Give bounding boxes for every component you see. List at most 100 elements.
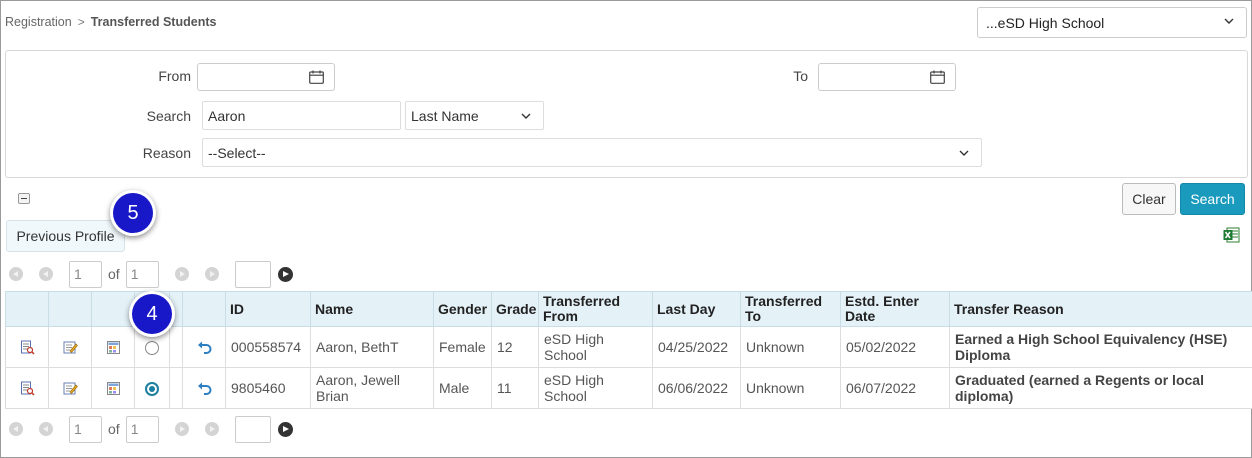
spacer-cell	[169, 367, 183, 409]
select-radio[interactable]	[145, 341, 159, 356]
student-gender: Male	[433, 367, 492, 409]
undo-cell	[182, 326, 226, 368]
next-page-icon[interactable]	[174, 267, 189, 281]
grid-icon[interactable]	[106, 381, 121, 396]
pager-of-label: of	[108, 421, 120, 437]
enter-date: 05/02/2022	[840, 326, 950, 368]
excel-export-icon[interactable]	[1223, 227, 1240, 243]
edit-icon[interactable]	[63, 340, 78, 355]
first-page-icon[interactable]	[9, 267, 23, 281]
go-page-icon[interactable]	[277, 266, 293, 282]
to-date-input[interactable]	[818, 63, 956, 91]
table-row: 000558574 Aaron, BethT Female 12 eSD Hig…	[5, 326, 1252, 368]
last-page-icon[interactable]	[204, 267, 219, 281]
chevron-down-icon	[1224, 18, 1234, 24]
page-number-input[interactable]: 1	[69, 260, 102, 288]
school-select[interactable]: ...eSD High School	[977, 7, 1247, 38]
undo-cell	[182, 367, 226, 409]
view-cell	[5, 367, 49, 409]
calendar-icon[interactable]	[930, 70, 945, 84]
search-field-select[interactable]: Last Name	[405, 101, 544, 130]
table-header-row: ID Name Gender Grade Transferred From La…	[5, 291, 1252, 327]
page-number-input[interactable]: 1	[69, 415, 102, 443]
edit-cell	[48, 326, 92, 368]
transferred-students-table: ID Name Gender Grade Transferred From La…	[5, 291, 1252, 409]
transferred-from: eSD High School	[538, 367, 653, 409]
transferred-to: Unknown	[740, 326, 841, 368]
from-label: From	[158, 68, 191, 84]
enter-date: 06/07/2022	[840, 367, 950, 409]
page-total: 1	[125, 415, 159, 443]
col-header-enter-date[interactable]: Estd. Enter Date	[840, 291, 950, 327]
grid-cell	[91, 367, 135, 409]
collapse-filters-button[interactable]	[18, 193, 30, 204]
col-header-transfer-reason[interactable]: Transfer Reason	[949, 291, 1252, 327]
grid-icon[interactable]	[106, 340, 121, 355]
view-document-icon[interactable]	[20, 381, 35, 396]
undo-transfer-icon[interactable]	[197, 340, 212, 355]
filter-panel: From To Search Aaron Last Name Reason --…	[5, 50, 1248, 178]
col-header-id[interactable]: ID	[225, 291, 311, 327]
reason-select-value: --Select--	[208, 144, 266, 161]
breadcrumb: Registration > Transferred Students	[5, 15, 216, 29]
pager-bottom: 1 of 1	[9, 415, 293, 443]
select-radio[interactable]	[145, 382, 159, 397]
pager-of-label: of	[108, 266, 120, 282]
reason-label: Reason	[142, 145, 191, 161]
go-page-icon[interactable]	[277, 421, 293, 437]
col-header-name[interactable]: Name	[310, 291, 434, 327]
student-name: Aaron, BethT	[310, 326, 434, 368]
col-header-transferred-from[interactable]: Transferred From	[538, 291, 653, 327]
search-label: Search	[146, 108, 191, 124]
breadcrumb-current: Transferred Students	[90, 15, 217, 29]
transferred-from: eSD High School	[538, 326, 653, 368]
col-header-last-day[interactable]: Last Day	[652, 291, 741, 327]
next-page-icon[interactable]	[174, 422, 189, 436]
goto-page-input[interactable]	[234, 260, 271, 288]
last-page-icon[interactable]	[204, 422, 219, 436]
page-total: 1	[125, 260, 159, 288]
clear-button[interactable]: Clear	[1122, 183, 1176, 215]
callout-badge-5: 5	[113, 193, 153, 233]
view-cell	[5, 326, 49, 368]
col-header-undo	[182, 291, 226, 327]
student-id: 000558574	[225, 326, 311, 368]
edit-icon[interactable]	[63, 381, 78, 396]
search-input[interactable]: Aaron	[202, 101, 401, 130]
col-header-grade[interactable]: Grade	[491, 291, 539, 327]
reason-select[interactable]: --Select--	[202, 138, 982, 167]
chevron-down-icon	[521, 113, 531, 119]
previous-profile-button[interactable]: Previous Profile	[6, 220, 125, 252]
school-select-value: ...eSD High School	[986, 14, 1105, 31]
student-grade: 11	[491, 367, 539, 409]
select-cell	[134, 367, 170, 409]
view-document-icon[interactable]	[20, 340, 35, 355]
breadcrumb-parent[interactable]: Registration	[5, 15, 72, 29]
edit-cell	[48, 367, 92, 409]
callout-badge-4: 4	[132, 294, 172, 334]
grid-cell	[91, 326, 135, 368]
spacer-cell	[169, 326, 183, 368]
from-date-input[interactable]	[197, 63, 335, 91]
goto-page-input[interactable]	[234, 415, 271, 443]
last-day: 04/25/2022	[652, 326, 741, 368]
to-label: To	[793, 68, 808, 84]
search-button[interactable]: Search	[1180, 183, 1245, 215]
student-gender: Female	[433, 326, 492, 368]
prev-page-icon[interactable]	[39, 422, 53, 436]
undo-transfer-icon[interactable]	[197, 381, 212, 396]
breadcrumb-separator: >	[77, 15, 85, 29]
student-id: 9805460	[225, 367, 311, 409]
first-page-icon[interactable]	[9, 422, 23, 436]
prev-page-icon[interactable]	[39, 267, 53, 281]
student-name: Aaron, Jewell Brian	[310, 367, 434, 409]
table-row: 9805460 Aaron, Jewell Brian Male 11 eSD …	[5, 367, 1252, 409]
transferred-to: Unknown	[740, 367, 841, 409]
col-header-grid	[91, 291, 135, 327]
search-field-value: Last Name	[411, 107, 479, 124]
chevron-down-icon	[959, 150, 969, 156]
search-input-value: Aaron	[208, 107, 246, 124]
col-header-transferred-to[interactable]: Transferred To	[740, 291, 841, 327]
calendar-icon[interactable]	[309, 70, 324, 84]
col-header-gender[interactable]: Gender	[433, 291, 492, 327]
